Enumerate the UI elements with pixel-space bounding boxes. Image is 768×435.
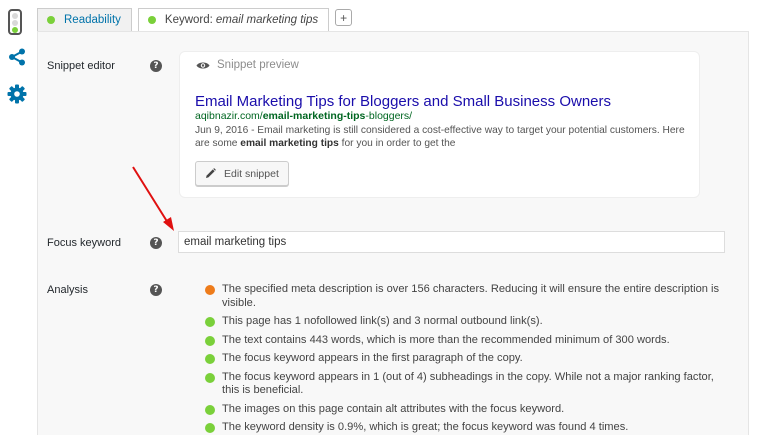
analysis-item: This page has 1 nofollowed link(s) and 3…	[205, 315, 725, 329]
snippet-url-suffix: -bloggers/	[365, 110, 413, 122]
analysis-item: The focus keyword appears in 1 (out of 4…	[205, 371, 725, 398]
analysis-text: The text contains 443 words, which is mo…	[222, 333, 670, 346]
share-icon[interactable]	[8, 48, 26, 66]
analysis-status-bullet	[205, 354, 215, 364]
readability-status-dot	[47, 16, 55, 24]
analysis-text: The focus keyword appears in the first p…	[222, 352, 523, 364]
snippet-title[interactable]: Email Marketing Tips for Bloggers and Sm…	[195, 93, 611, 110]
analysis-text: The focus keyword appears in 1 (out of 4…	[222, 370, 714, 397]
analysis-status-bullet	[205, 335, 215, 346]
gear-icon[interactable]	[7, 84, 27, 104]
snippet-date: Jun 9, 2016	[195, 125, 249, 136]
analysis-text: This page has 1 nofollowed link(s) and 3…	[222, 315, 543, 327]
edit-snippet-label: Edit snippet	[224, 167, 279, 180]
analysis-label: Analysis	[47, 284, 88, 296]
snippet-desc-part2: for you in order to get the	[338, 138, 456, 149]
analysis-item: The specified meta description is over 1…	[205, 283, 725, 310]
tab-readability-label: Readability	[64, 14, 121, 26]
edit-snippet-button[interactable]: Edit snippet	[195, 161, 289, 186]
snippet-help-icon[interactable]: ?	[150, 60, 162, 72]
traffic-light-green	[12, 27, 18, 33]
metabox-tabs: Readability Keyword: email marketing tip…	[37, 8, 353, 32]
analysis-item: The text contains 443 words, which is mo…	[205, 334, 725, 348]
analysis-status-bullet	[205, 372, 215, 383]
snippet-preview-box: Snippet preview Email Marketing Tips for…	[179, 51, 700, 198]
snippet-url-prefix: aqibnazir.com/	[195, 110, 263, 122]
analysis-item: The keyword density is 0.9%, which is gr…	[205, 421, 725, 435]
focus-keyword-label: Focus keyword	[47, 237, 121, 249]
focus-keyword-help-icon[interactable]: ?	[150, 237, 162, 249]
tab-keyword-value: email marketing tips	[215, 14, 319, 26]
analysis-item: The focus keyword appears in the first p…	[205, 352, 725, 366]
snippet-editor-label: Snippet editor	[47, 60, 115, 72]
analysis-text: The images on this page contain alt attr…	[222, 402, 565, 415]
analysis-status-bullet	[205, 317, 215, 327]
analysis-item: The images on this page contain alt attr…	[205, 403, 725, 417]
tab-readability[interactable]: Readability	[37, 8, 132, 32]
traffic-light-icon[interactable]	[8, 9, 22, 35]
snippet-url-bold: email-marketing-tips	[262, 110, 366, 122]
analysis-status-bullet	[205, 404, 215, 415]
eye-icon	[196, 62, 210, 68]
tab-keyword[interactable]: Keyword: email marketing tips	[137, 8, 330, 32]
traffic-light-yellow	[12, 20, 18, 26]
pencil-icon	[206, 168, 216, 178]
snippet-description[interactable]: Jun 9, 2016 - Email marketing is still c…	[195, 124, 685, 150]
snippet-url[interactable]: aqibnazir.com/email-marketing-tips-blogg…	[195, 110, 412, 122]
snippet-preview-header: Snippet preview	[196, 59, 299, 71]
analysis-text: The specified meta description is over 1…	[222, 283, 719, 309]
analysis-status-bullet	[205, 423, 215, 433]
focus-keyword-input[interactable]	[178, 231, 725, 253]
analysis-status-bullet	[205, 285, 215, 295]
traffic-light-red	[12, 13, 18, 19]
annotation-arrow	[132, 166, 174, 231]
analysis-list: The specified meta description is over 1…	[205, 283, 725, 435]
snippet-desc-bold: email marketing tips	[240, 138, 339, 149]
snippet-preview-heading: Snippet preview	[217, 59, 299, 71]
analysis-help-icon[interactable]: ?	[150, 284, 162, 296]
keyword-status-dot	[147, 16, 156, 24]
tab-keyword-label: Keyword:	[164, 14, 213, 26]
analysis-text: The keyword density is 0.9%, which is gr…	[222, 421, 629, 433]
add-keyword-button[interactable]: +	[335, 9, 353, 26]
